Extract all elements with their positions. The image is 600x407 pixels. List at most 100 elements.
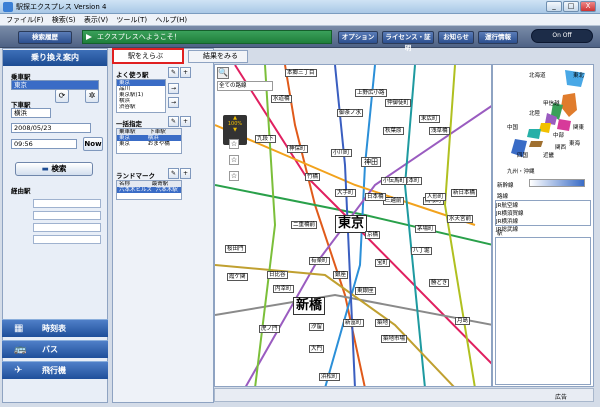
- station-label[interactable]: 秋葉原: [383, 127, 404, 135]
- route-header[interactable]: 乗り換え案内: [3, 50, 107, 66]
- station-label[interactable]: 大門: [309, 345, 325, 353]
- edit-icon[interactable]: ✎: [168, 67, 179, 78]
- date-input[interactable]: 2008/05/23: [11, 123, 91, 133]
- station-label[interactable]: 末広町: [419, 115, 440, 123]
- close-button[interactable]: X: [580, 1, 596, 12]
- station-label[interactable]: 汐留: [309, 323, 325, 331]
- station-label[interactable]: 本郷三丁目: [285, 69, 317, 77]
- shinkansen-train-icon[interactable]: [529, 179, 585, 187]
- landmark-table[interactable]: 名称 最寄駅 六本木ヒルズ 六本木駅: [116, 180, 182, 200]
- history-button[interactable]: 検索履歴: [18, 31, 72, 44]
- station-kanda[interactable]: 神田: [361, 157, 381, 167]
- edit-icon[interactable]: ✎: [168, 168, 179, 179]
- station-label[interactable]: 浅草橋: [429, 127, 450, 135]
- station-label[interactable]: 築地: [375, 319, 391, 327]
- tab-view-result[interactable]: 結果をみる: [188, 50, 248, 63]
- region-label[interactable]: 北海道: [529, 71, 546, 79]
- menu-tools[interactable]: ツール(T): [116, 14, 147, 26]
- list-item[interactable]: JR横浜線: [496, 217, 590, 225]
- menu-view[interactable]: 表示(V): [84, 14, 108, 26]
- station-label[interactable]: 日本橋: [365, 193, 386, 201]
- station-label[interactable]: 御茶ノ水: [337, 109, 364, 117]
- region-label[interactable]: 関西: [555, 143, 566, 151]
- station-label[interactable]: 勝どき: [429, 279, 450, 287]
- station-label[interactable]: 人形町: [425, 193, 446, 201]
- alight-station-input[interactable]: 横浜: [11, 108, 51, 118]
- star-icon[interactable]: ☆: [229, 155, 239, 165]
- tab-select-station[interactable]: 駅をえらぶ: [112, 48, 184, 64]
- station-label[interactable]: 三越前: [383, 197, 404, 205]
- station-label[interactable]: 九段下: [255, 135, 276, 143]
- station-label[interactable]: 八丁堀: [411, 247, 432, 255]
- station-label[interactable]: 京橋: [365, 231, 381, 239]
- list-item[interactable]: JR横須賀線: [496, 209, 590, 217]
- license-button[interactable]: ライセンス・証明: [382, 31, 434, 52]
- edit-icon[interactable]: ✎: [168, 116, 179, 127]
- add-icon[interactable]: +: [180, 168, 191, 179]
- maximize-button[interactable]: □: [563, 1, 579, 12]
- station-label[interactable]: 月島: [455, 317, 471, 325]
- station-label[interactable]: 水天宮前: [447, 215, 474, 223]
- board-arrow-icon[interactable]: →: [168, 83, 179, 94]
- station-label[interactable]: 東銀座: [355, 287, 376, 295]
- table-cell[interactable]: おまや橋: [148, 141, 170, 147]
- minimize-button[interactable]: _: [546, 1, 562, 12]
- operation-info-button[interactable]: 運行情報: [478, 31, 518, 44]
- region-label[interactable]: 中国: [507, 123, 518, 131]
- table-cell[interactable]: 六本木ヒルズ: [119, 187, 152, 193]
- swap-icon[interactable]: ⟳: [55, 89, 69, 103]
- station-label[interactable]: 浜松町: [319, 373, 340, 381]
- menu-search[interactable]: 検索(S): [52, 14, 76, 26]
- route-select[interactable]: 全ての路線: [217, 81, 273, 91]
- station-label[interactable]: 竹橋: [305, 173, 321, 181]
- station-label[interactable]: 虎ノ門: [259, 325, 280, 333]
- now-button[interactable]: Now: [83, 137, 103, 151]
- region-label[interactable]: 東北: [573, 71, 584, 79]
- notice-button[interactable]: お知らせ: [438, 31, 474, 44]
- add-icon[interactable]: +: [180, 67, 191, 78]
- region-label[interactable]: 近畿: [543, 151, 554, 159]
- table-cell[interactable]: 六本木駅: [156, 187, 178, 193]
- search-button[interactable]: ▬ 検索: [15, 162, 93, 176]
- region-label[interactable]: 中部: [553, 131, 564, 139]
- station-label[interactable]: 大手町: [335, 189, 356, 197]
- pan-down-icon[interactable]: ▼: [223, 127, 247, 133]
- station-label[interactable]: 内幸町: [273, 285, 294, 293]
- station-label[interactable]: 銀座: [333, 271, 349, 279]
- star-icon[interactable]: ☆: [229, 171, 239, 181]
- clear-icon[interactable]: ✲: [85, 89, 99, 103]
- region-label[interactable]: 九州・沖縄: [507, 167, 535, 175]
- bulk-select-table[interactable]: 乗車駅 下車駅 東京 横浜 東京 おまや橋: [116, 128, 182, 154]
- station-label[interactable]: 宝町: [375, 259, 391, 267]
- timetable-tab[interactable]: ▦ 時刻表: [2, 319, 108, 337]
- region-label[interactable]: 北陸: [529, 109, 540, 117]
- list-item[interactable]: 渋谷駅: [117, 104, 165, 110]
- station-label[interactable]: 桜田門: [225, 245, 246, 253]
- airplane-tab[interactable]: ✈ 飛行機: [2, 361, 108, 379]
- region-label[interactable]: 関東: [573, 123, 584, 131]
- table-cell[interactable]: 東京: [119, 141, 130, 147]
- station-label[interactable]: 神保町: [287, 145, 308, 153]
- bus-tab[interactable]: 🚌 バス: [2, 340, 108, 358]
- menu-help[interactable]: ヘルプ(H): [155, 14, 187, 26]
- station-label[interactable]: 仲御徒町: [385, 99, 412, 107]
- station-label[interactable]: 上野広小路: [355, 89, 387, 97]
- on-off-toggle[interactable]: On Off: [531, 29, 593, 43]
- via-input-3[interactable]: [33, 223, 101, 232]
- region-label[interactable]: 四国: [517, 151, 528, 159]
- via-input-2[interactable]: [33, 211, 101, 220]
- station-label[interactable]: 小川町: [331, 149, 352, 157]
- station-label[interactable]: 茅場町: [415, 225, 436, 233]
- add-icon[interactable]: +: [180, 116, 191, 127]
- station-label[interactable]: 築地市場: [381, 335, 408, 343]
- station-label[interactable]: 二重橋前: [291, 221, 318, 229]
- list-item[interactable]: JR総武線: [496, 225, 590, 233]
- station-list[interactable]: [495, 237, 591, 385]
- shinkansen-label[interactable]: 新幹線: [497, 181, 514, 189]
- zoom-tool-icon[interactable]: 🔍: [217, 67, 229, 79]
- station-label[interactable]: 新富町: [343, 319, 364, 327]
- frequent-stations-list[interactable]: 東京 品川 東京駅(1) 横浜 渋谷駅: [116, 79, 166, 113]
- station-label[interactable]: 霞ケ関: [227, 273, 248, 281]
- via-input-4[interactable]: [33, 235, 101, 244]
- route-map[interactable]: 🔍 全ての路線 ▲ 100% ▼ ☆ ☆ ☆ 東京 新橋 神田 本郷三丁目 水道橋…: [214, 64, 492, 387]
